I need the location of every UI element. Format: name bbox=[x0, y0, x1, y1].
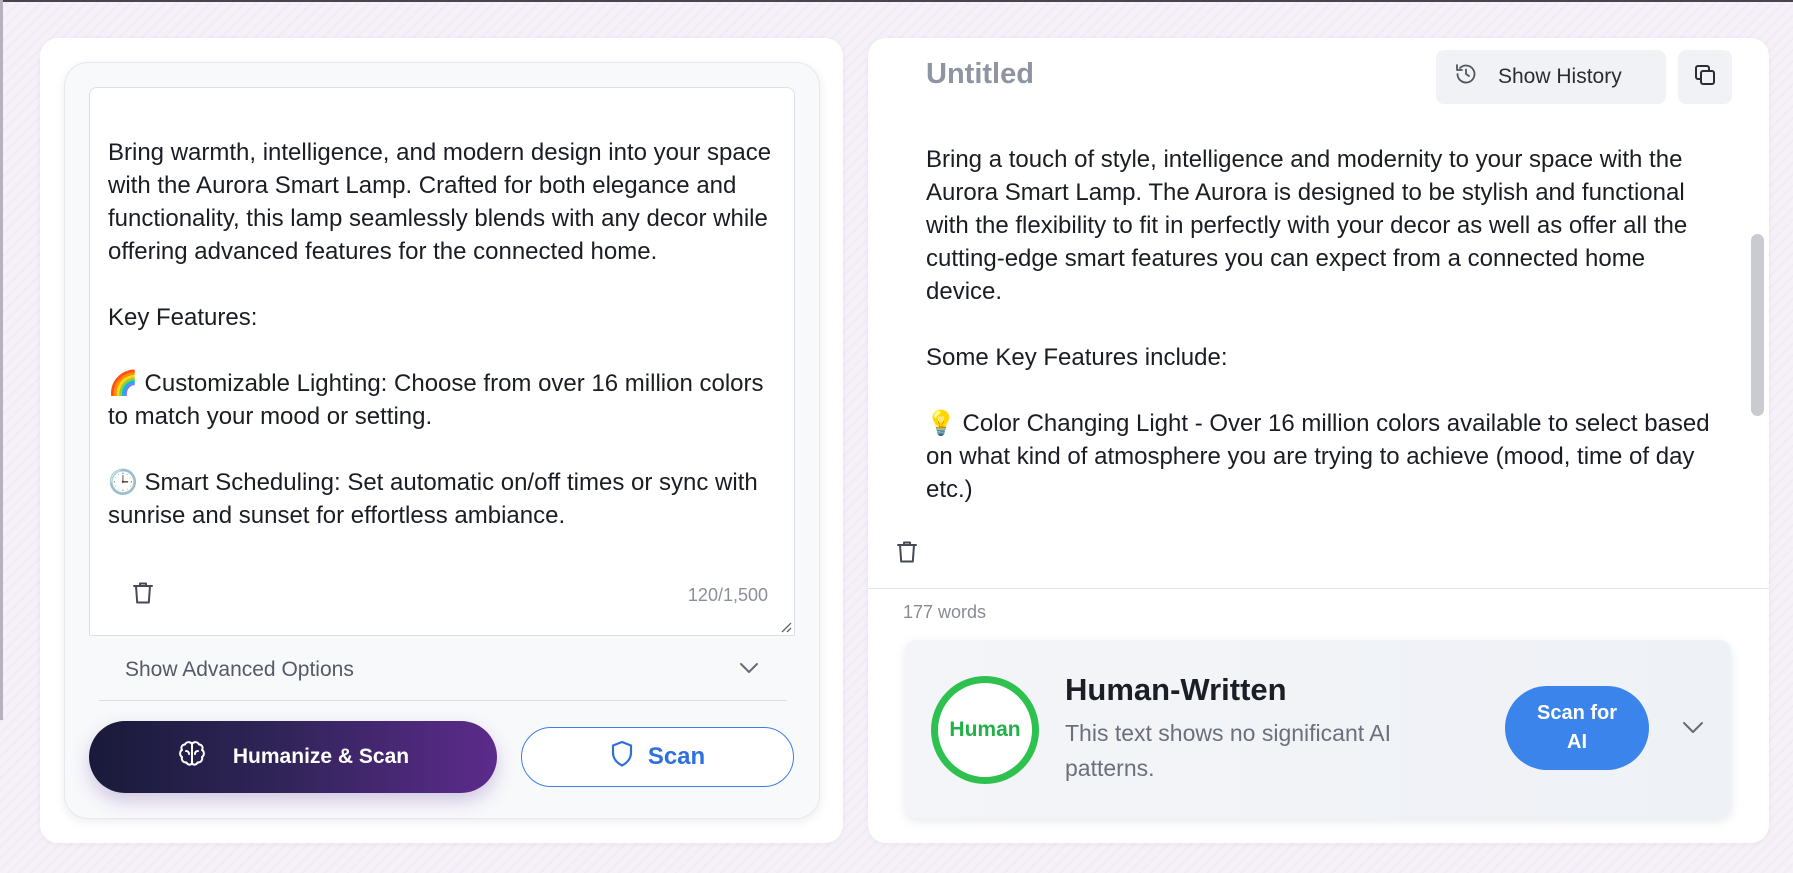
advanced-options-toggle[interactable]: Show Advanced Options bbox=[99, 639, 787, 701]
scrollbar-thumb[interactable] bbox=[1751, 234, 1764, 416]
input-text[interactable]: Bring warmth, intelligence, and modern d… bbox=[108, 136, 778, 556]
history-icon bbox=[1454, 62, 1478, 92]
detection-result-card: Human Human-Written This text shows no s… bbox=[905, 640, 1731, 818]
scan-label: Scan bbox=[647, 743, 706, 770]
input-textarea[interactable]: Bring warmth, intelligence, and modern d… bbox=[89, 87, 795, 636]
clear-input-button[interactable] bbox=[128, 580, 158, 610]
copy-icon bbox=[1693, 63, 1717, 92]
result-title: Human-Written bbox=[1065, 672, 1287, 707]
divider bbox=[868, 588, 1769, 589]
advanced-options-label: Show Advanced Options bbox=[125, 657, 354, 681]
character-counter: 120/1,500 bbox=[687, 585, 768, 605]
input-panel: Bring warmth, intelligence, and modern d… bbox=[40, 38, 843, 843]
scan-button[interactable]: Scan bbox=[521, 727, 794, 787]
document-title[interactable]: Untitled bbox=[926, 58, 1034, 91]
word-count: 177 words bbox=[903, 602, 987, 622]
output-panel: Untitled Show History Bring a touch of s… bbox=[868, 38, 1769, 843]
humanize-and-scan-button[interactable]: Humanize & Scan bbox=[89, 721, 497, 793]
shield-icon bbox=[610, 740, 634, 775]
clear-output-button[interactable] bbox=[892, 539, 922, 569]
trash-icon bbox=[132, 581, 154, 610]
trash-icon bbox=[896, 540, 918, 569]
humanize-and-scan-label: Humanize & Scan bbox=[232, 745, 410, 768]
show-history-label: Show History bbox=[1498, 65, 1622, 88]
window-left-edge bbox=[0, 0, 3, 720]
expand-result-button[interactable] bbox=[1679, 716, 1707, 744]
chevron-down-icon bbox=[1682, 721, 1704, 740]
copy-button[interactable] bbox=[1678, 50, 1732, 104]
human-badge-label: Human bbox=[949, 718, 1021, 741]
input-panel-inner: Bring warmth, intelligence, and modern d… bbox=[64, 62, 820, 819]
chevron-down-icon bbox=[739, 661, 759, 679]
resize-handle[interactable] bbox=[778, 619, 792, 633]
scan-for-ai-label: Scan for AI bbox=[1536, 702, 1618, 753]
scan-for-ai-button[interactable]: Scan for AI bbox=[1505, 686, 1649, 770]
output-text[interactable]: Bring a touch of style, intelligence and… bbox=[926, 143, 1716, 543]
human-score-badge: Human bbox=[931, 676, 1039, 784]
window-top-border bbox=[0, 0, 1793, 2]
brain-icon bbox=[177, 739, 207, 775]
output-scrollbar[interactable] bbox=[1749, 134, 1769, 624]
show-history-button[interactable]: Show History bbox=[1436, 50, 1666, 104]
result-description: This text shows no significant AI patter… bbox=[1065, 720, 1391, 781]
